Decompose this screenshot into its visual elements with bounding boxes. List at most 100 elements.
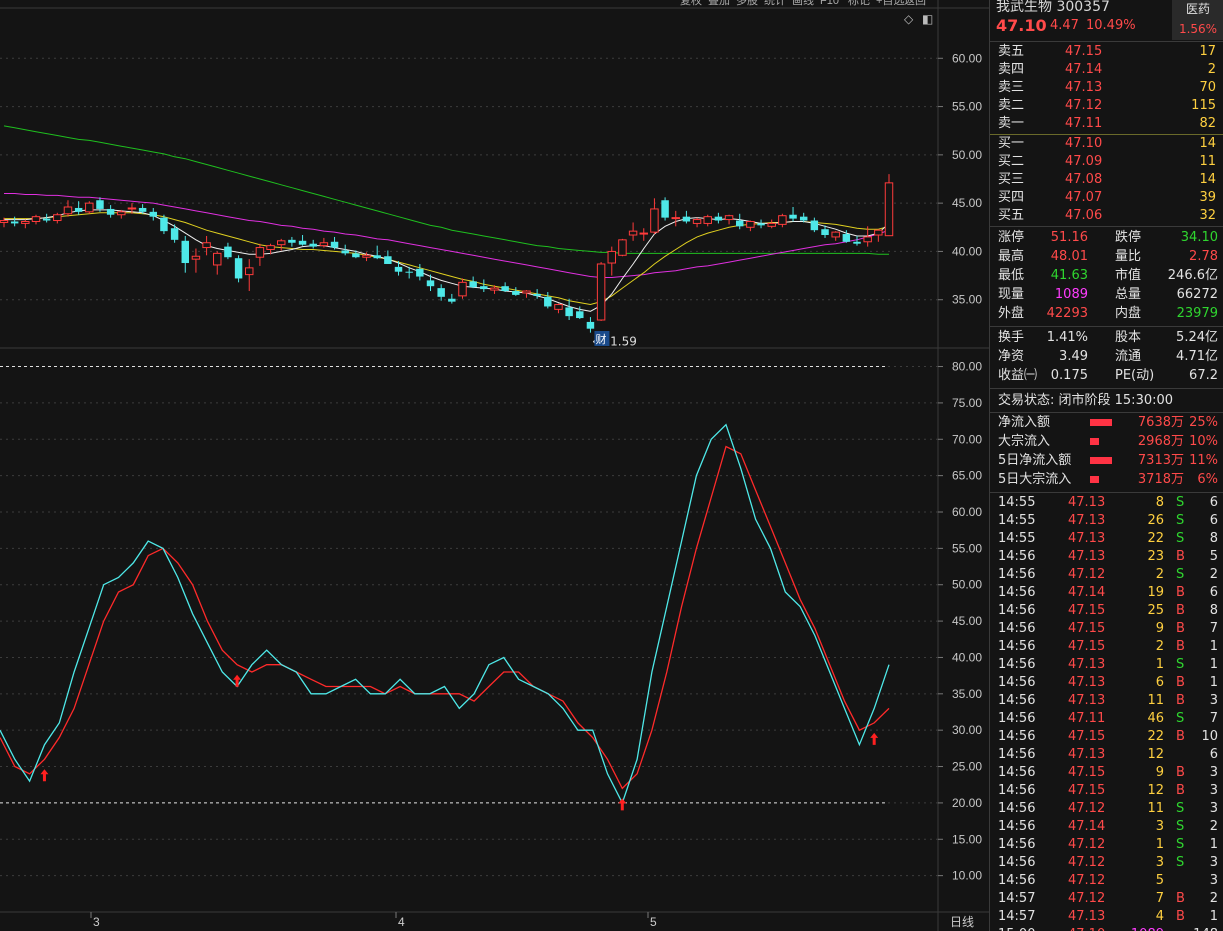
tick-row: 14:56 47.12 1 S 1 — [990, 836, 1223, 854]
price-tick-label: 40.00 — [952, 244, 982, 258]
candle-body — [607, 250, 617, 264]
tick-price: 47.15 — [1068, 783, 1106, 798]
tick-direction: S — [1176, 837, 1185, 852]
flow-bar — [1090, 419, 1112, 426]
candle-body — [831, 231, 840, 238]
candle-body — [426, 280, 435, 287]
flow-row: 净流入额 7638万 25% — [990, 414, 1223, 432]
tick-direction: S — [1176, 801, 1185, 816]
indicator-tick-label: 50.00 — [952, 578, 982, 592]
tick-volume: 1 — [1155, 837, 1164, 852]
ask-price: 47.13 — [1065, 80, 1103, 95]
ask-price: 47.11 — [1065, 116, 1103, 131]
stat-value: 67.2 — [1189, 368, 1218, 383]
tick-row: 14:57 47.12 7 B 2 — [990, 890, 1223, 908]
tick-count: 8 — [1209, 603, 1218, 618]
tick-count: 3 — [1209, 693, 1218, 708]
toolbar-item: 叠加 — [708, 0, 730, 7]
candle-body — [21, 220, 30, 224]
tick-volume: 22 — [1147, 531, 1164, 546]
tick-price: 47.12 — [1068, 801, 1106, 816]
candle-body — [74, 207, 83, 212]
tick-count: 1 — [1209, 909, 1218, 924]
buy-signal-arrow — [40, 769, 49, 782]
tick-volume: 26 — [1147, 513, 1164, 528]
tick-volume: 6 — [1155, 675, 1164, 690]
candle-body — [319, 242, 329, 247]
indicator-tick-label: 10.00 — [952, 869, 982, 883]
candle-body — [735, 220, 744, 227]
bid-volume: 14 — [1199, 172, 1216, 187]
tick-count: 1 — [1209, 657, 1218, 672]
bid-level: 买四 — [998, 190, 1025, 205]
tick-direction: S — [1176, 855, 1185, 870]
tick-time: 14:55 — [998, 495, 1036, 510]
bid-level: 买二 — [998, 154, 1025, 169]
toolbar-item: +自选 — [876, 0, 904, 7]
tick-count: 1 — [1209, 675, 1218, 690]
candle-body — [586, 321, 595, 329]
tick-count: 3 — [1209, 801, 1218, 816]
candle-body — [724, 215, 734, 221]
flow-pct: 6% — [1197, 472, 1218, 487]
candle-body — [191, 255, 201, 260]
indicator-tick-label: 60.00 — [952, 505, 982, 519]
tick-count: 1 — [1209, 639, 1218, 654]
stock-name: 我武生物 300357 — [996, 0, 1110, 15]
candle-body — [266, 245, 275, 250]
tick-price: 47.13 — [1068, 531, 1106, 546]
tick-volume: 9 — [1155, 765, 1164, 780]
tick-row: 14:56 47.11 46 S 7 — [990, 710, 1223, 728]
indicator-tick-label: 55.00 — [952, 541, 982, 555]
flow-row: 5日净流入额 7313万 11% — [990, 452, 1223, 470]
candle-body — [117, 211, 126, 216]
tick-count: 7 — [1209, 711, 1218, 726]
price-tick-label: 50.00 — [952, 148, 982, 162]
indicator-tick-label: 20.00 — [952, 796, 982, 810]
tick-direction: B — [1176, 909, 1185, 924]
candle-body — [703, 216, 712, 224]
stat-value: 41.63 — [1050, 268, 1088, 283]
tick-volume: 11 — [1147, 801, 1164, 816]
tick-time: 14:56 — [998, 675, 1036, 690]
stat-label: 跌停 — [1115, 230, 1142, 245]
candle-body — [533, 293, 541, 296]
candle-body — [127, 207, 137, 210]
toolbar-item: 统计 — [764, 0, 786, 7]
indicator-tick-label: 30.00 — [952, 723, 982, 737]
flow-amount: 7313万 — [1137, 453, 1184, 468]
stat-value: 48.01 — [1050, 249, 1088, 264]
stat-row: 最高 48.01 量比 2.78 — [990, 248, 1223, 266]
tick-time: 15:00 — [998, 926, 1035, 931]
sector-name: 医药 — [1185, 2, 1210, 16]
tick-price: 47.14 — [1068, 819, 1106, 834]
stat-label: 外盘 — [998, 306, 1025, 321]
ask-row: 卖四 47.14 2 — [990, 61, 1223, 79]
tick-row: 14:56 47.14 3 S 2 — [990, 818, 1223, 836]
tick-price: 47.15 — [1068, 765, 1106, 780]
candle-body — [448, 298, 456, 302]
ma-short-line — [4, 209, 890, 312]
tick-volume: 9 — [1155, 621, 1164, 636]
tick-time: 14:56 — [998, 855, 1036, 870]
tick-direction: B — [1176, 549, 1185, 564]
chart-area[interactable]: 复权 叠加 多股 统计 画线 F10 标记 +自选 返回 ◇ ◧ 60.00 55.00 50.00 45.… — [0, 0, 989, 931]
stat-row: 外盘 42293 内盘 23979 — [990, 305, 1223, 323]
ask-level: 卖二 — [998, 98, 1025, 113]
tick-time: 14:56 — [998, 549, 1036, 564]
candle-body — [42, 218, 51, 221]
bid-row: 买二 47.09 11 — [990, 153, 1223, 171]
bid-level: 买三 — [998, 172, 1025, 187]
candle-body — [618, 239, 627, 256]
candle-body — [628, 230, 638, 236]
sep — [990, 326, 1223, 327]
last-price: 47.10 — [996, 16, 1047, 35]
stat-label: 净资 — [998, 349, 1025, 364]
bid-volume: 11 — [1199, 154, 1216, 169]
flow-amount: 7638万 — [1137, 415, 1184, 430]
tick-price: 47.15 — [1068, 729, 1106, 744]
tick-direction: S — [1176, 657, 1185, 672]
flow-pct: 11% — [1189, 453, 1218, 468]
candle-body — [63, 206, 73, 215]
tick-row: 14:56 47.15 12 B 3 — [990, 782, 1223, 800]
